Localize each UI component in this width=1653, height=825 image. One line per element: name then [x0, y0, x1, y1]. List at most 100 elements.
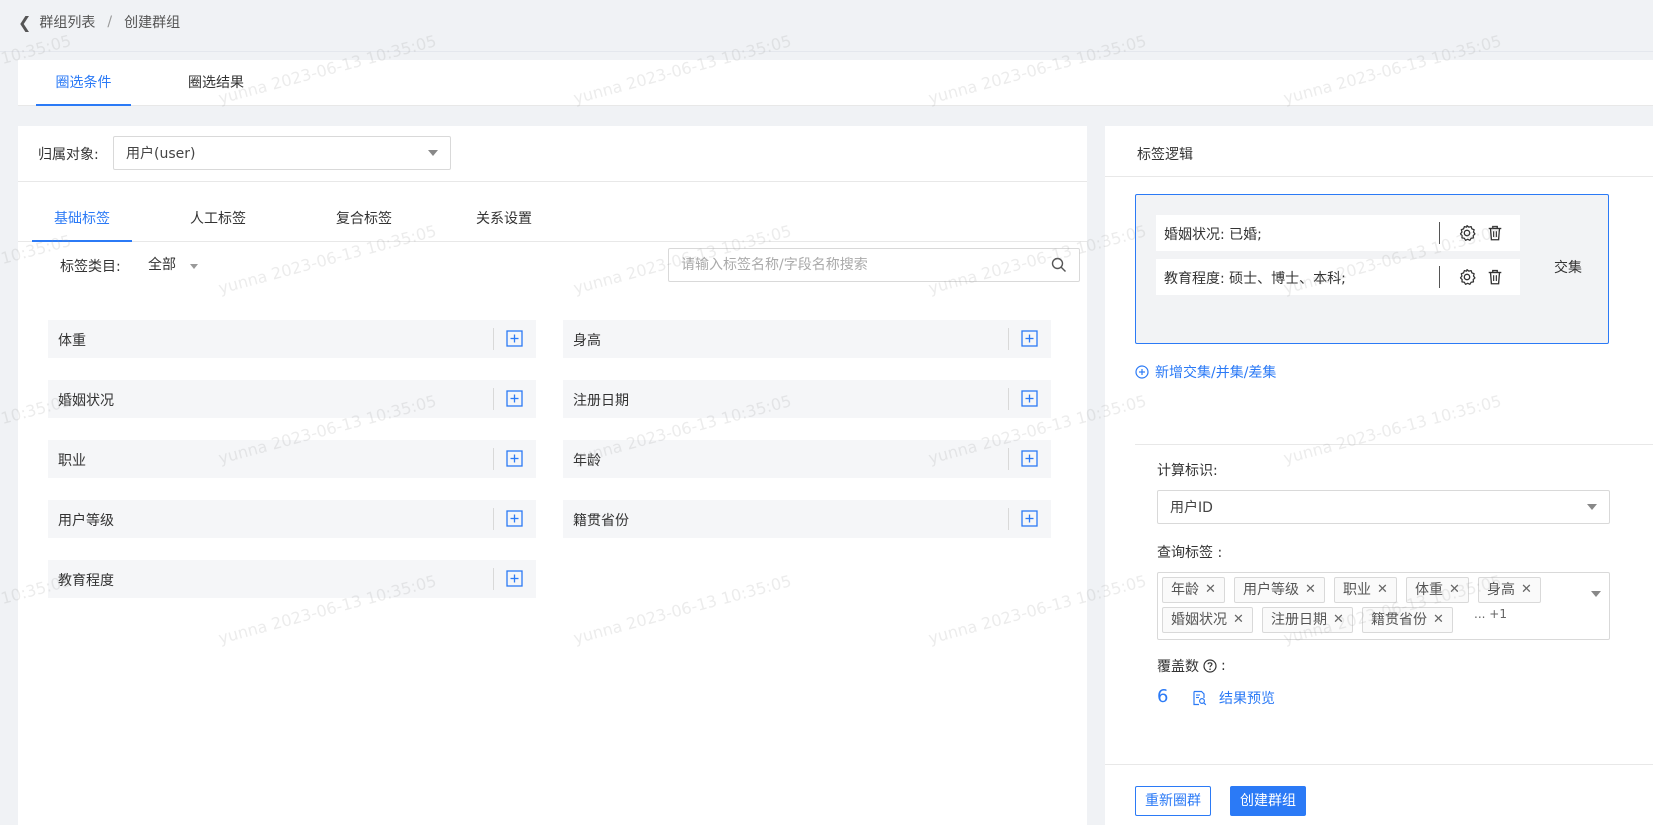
query-tags-label: 查询标签 :: [1157, 545, 1223, 561]
tab-relation-settings[interactable]: 关系设置: [472, 204, 536, 242]
condition-text: 教育程度: 硕士、博士、本科;: [1164, 271, 1346, 287]
breadcrumb-separator: /: [107, 14, 113, 30]
result-preview-label: 结果预览: [1219, 691, 1275, 707]
tag-item: 籍贯省份: [563, 500, 1051, 538]
tag-name: 婚姻状况: [58, 393, 114, 409]
divider: [493, 448, 494, 470]
tag-item: 年龄: [563, 440, 1051, 478]
query-tags-multiselect[interactable]: 年龄 ✕ 用户等级 ✕ 职业 ✕ 体重 ✕ 身高 ✕ 婚姻状况 ✕ 注册日期 ✕ 籍贯省份 ✕ ... +1: [1157, 572, 1610, 640]
tag-logic-panel: 标签逻辑 婚姻状况: 已婚; 教育程度: 硕士、博士、本科; 交集 新增交集/并…: [1105, 126, 1653, 825]
owner-select[interactable]: 用户(user): [113, 136, 451, 170]
tab-composite-tags[interactable]: 复合标签: [332, 204, 396, 242]
divider: [493, 388, 494, 410]
owner-label: 归属对象:: [38, 147, 99, 163]
logic-group-box[interactable]: 婚姻状况: 已婚; 教育程度: 硕士、博士、本科; 交集: [1135, 194, 1609, 344]
chip-label: 年龄: [1171, 582, 1199, 598]
tag-item: 教育程度: [48, 560, 536, 598]
owner-row: 归属对象: 用户(user): [18, 126, 1087, 182]
tab-selection-conditions[interactable]: 圈选条件: [36, 60, 131, 106]
create-group-button[interactable]: 创建群组: [1230, 786, 1306, 816]
condition-item: 婚姻状况: 已婚;: [1156, 215, 1520, 251]
tab-selection-results[interactable]: 圈选结果: [188, 60, 244, 106]
close-icon[interactable]: ✕: [1233, 608, 1244, 632]
chip-label: 籍贯省份: [1371, 612, 1427, 628]
gear-icon[interactable]: [1458, 268, 1476, 286]
divider: [493, 328, 494, 350]
tag-name: 用户等级: [58, 513, 114, 529]
add-square-icon[interactable]: [506, 510, 523, 527]
breadcrumb-current: 创建群组: [124, 15, 181, 31]
close-icon[interactable]: ✕: [1305, 578, 1316, 602]
add-square-icon[interactable]: [506, 450, 523, 467]
query-tag-chip: 注册日期 ✕: [1262, 607, 1353, 633]
add-square-icon[interactable]: [1021, 390, 1038, 407]
divider: [1008, 448, 1009, 470]
close-icon[interactable]: ✕: [1433, 608, 1444, 632]
caret-down-icon: [1587, 504, 1597, 510]
close-icon[interactable]: ✕: [1521, 578, 1532, 602]
condition-text: 婚姻状况: 已婚;: [1164, 227, 1262, 243]
coverage-count: 6: [1157, 686, 1169, 707]
plus-circle-icon: [1135, 365, 1149, 379]
trash-icon[interactable]: [1486, 224, 1504, 242]
divider: [1008, 328, 1009, 350]
close-icon[interactable]: ✕: [1205, 578, 1216, 602]
add-square-icon[interactable]: [1021, 510, 1038, 527]
chip-label: 用户等级: [1243, 582, 1299, 598]
add-square-icon[interactable]: [506, 570, 523, 587]
add-square-icon[interactable]: [1021, 450, 1038, 467]
help-question-icon[interactable]: [1203, 659, 1217, 673]
condition-item: 教育程度: 硕士、博士、本科;: [1156, 259, 1520, 295]
query-tag-chip: 体重 ✕: [1406, 577, 1469, 603]
tag-search-input[interactable]: [681, 249, 1021, 281]
close-icon[interactable]: ✕: [1449, 578, 1460, 602]
tab-basic-tags[interactable]: 基础标签: [32, 204, 132, 242]
query-tag-chip: 用户等级 ✕: [1234, 577, 1325, 603]
reset-selection-button[interactable]: 重新圈群: [1135, 786, 1211, 816]
category-label: 标签类目:: [60, 259, 121, 275]
back-chevron-icon[interactable]: ❮: [18, 13, 31, 32]
query-tag-chip: 籍贯省份 ✕: [1362, 607, 1453, 633]
add-square-icon[interactable]: [506, 330, 523, 347]
add-square-icon[interactable]: [506, 390, 523, 407]
close-icon[interactable]: ✕: [1377, 578, 1388, 602]
query-tag-chip: 婚姻状况 ✕: [1162, 607, 1253, 633]
search-icon[interactable]: [1051, 257, 1067, 273]
close-icon[interactable]: ✕: [1333, 608, 1344, 632]
sub-tabs: 基础标签 人工标签 复合标签 关系设置: [18, 204, 1087, 242]
calc-id-label: 计算标识:: [1157, 463, 1218, 479]
query-tag-chip: 年龄 ✕: [1162, 577, 1225, 603]
breadcrumb-parent[interactable]: 群组列表: [39, 12, 95, 32]
caret-down-icon[interactable]: [1591, 591, 1601, 597]
tag-logic-title: 标签逻辑: [1137, 147, 1193, 163]
tag-name: 职业: [58, 453, 86, 469]
logic-operator-intersect[interactable]: 交集: [1554, 257, 1582, 277]
chip-label: 体重: [1415, 582, 1443, 598]
tab-manual-tags[interactable]: 人工标签: [186, 204, 250, 242]
tag-item: 注册日期: [563, 380, 1051, 418]
tag-name: 籍贯省份: [573, 513, 629, 529]
trash-icon[interactable]: [1486, 268, 1504, 286]
top-bar: ❮ 群组列表 / 创建群组: [0, 0, 1653, 52]
divider: [493, 568, 494, 590]
breadcrumb: ❮ 群组列表 / 创建群组: [18, 12, 180, 32]
tag-name: 身高: [573, 333, 601, 349]
tag-search: [668, 248, 1080, 282]
gear-icon[interactable]: [1458, 224, 1476, 242]
caret-down-icon: [428, 150, 438, 156]
chip-label: 职业: [1343, 582, 1371, 598]
divider: [1439, 266, 1440, 288]
more-tags-count: ... +1: [1474, 607, 1507, 621]
category-select[interactable]: 全部: [148, 254, 198, 274]
main-tabs: 圈选条件 圈选结果: [18, 60, 1653, 106]
divider: [493, 508, 494, 530]
calc-id-select[interactable]: 用户ID: [1157, 490, 1610, 524]
divider: [1008, 508, 1009, 530]
tag-name: 年龄: [573, 453, 601, 469]
query-tag-chip: 身高 ✕: [1478, 577, 1541, 603]
add-set-operation-link[interactable]: 新增交集/并集/差集: [1135, 362, 1276, 382]
caret-down-icon: [190, 263, 198, 269]
result-preview-link[interactable]: 结果预览: [1191, 688, 1275, 708]
owner-select-value: 用户(user): [126, 146, 196, 162]
add-square-icon[interactable]: [1021, 330, 1038, 347]
